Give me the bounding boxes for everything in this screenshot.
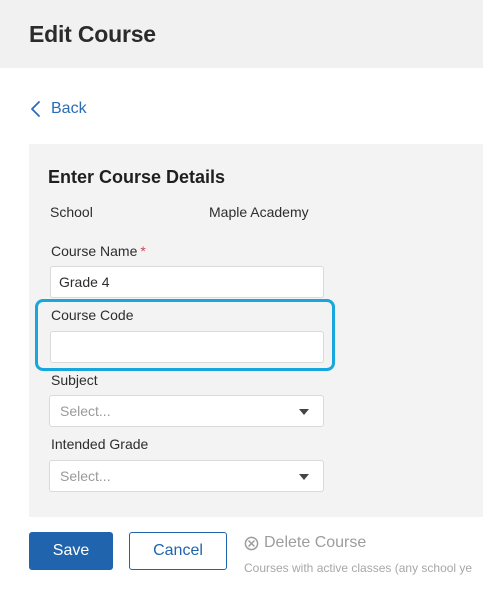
caret-down-icon — [299, 409, 309, 415]
panel-title: Enter Course Details — [48, 167, 226, 187]
delete-course-note: Courses with active classes (any school … — [244, 561, 473, 575]
school-label: School — [50, 204, 93, 220]
back-link[interactable]: Back — [30, 100, 87, 118]
subject-select[interactable]: Select... — [49, 395, 324, 427]
save-button[interactable]: Save — [29, 532, 113, 570]
intended-grade-placeholder: Select... — [60, 468, 111, 484]
cancel-button[interactable]: Cancel — [129, 532, 227, 570]
course-name-label: Course Name * — [51, 243, 146, 259]
delete-course-label: Delete Course — [264, 534, 367, 551]
course-code-label: Course Code — [51, 307, 134, 323]
intended-grade-select[interactable]: Select... — [49, 460, 324, 492]
chevron-left-icon — [31, 101, 40, 117]
school-value: Maple Academy — [209, 204, 309, 220]
close-circle-icon — [244, 536, 259, 550]
course-name-value: Grade 4 — [59, 274, 110, 290]
back-label: Back — [51, 100, 87, 117]
course-name-label-text: Course Name — [51, 243, 138, 259]
subject-placeholder: Select... — [60, 403, 111, 419]
required-marker: * — [140, 243, 146, 259]
intended-grade-label: Intended Grade — [51, 436, 149, 452]
page-title: Edit Course — [29, 21, 156, 47]
page-header: Edit Course — [0, 0, 483, 68]
subject-label: Subject — [51, 372, 98, 388]
course-code-input[interactable] — [50, 331, 324, 363]
delete-course-button[interactable]: Delete Course — [244, 534, 366, 552]
course-name-input[interactable]: Grade 4 — [50, 266, 324, 298]
caret-down-icon — [299, 474, 309, 480]
